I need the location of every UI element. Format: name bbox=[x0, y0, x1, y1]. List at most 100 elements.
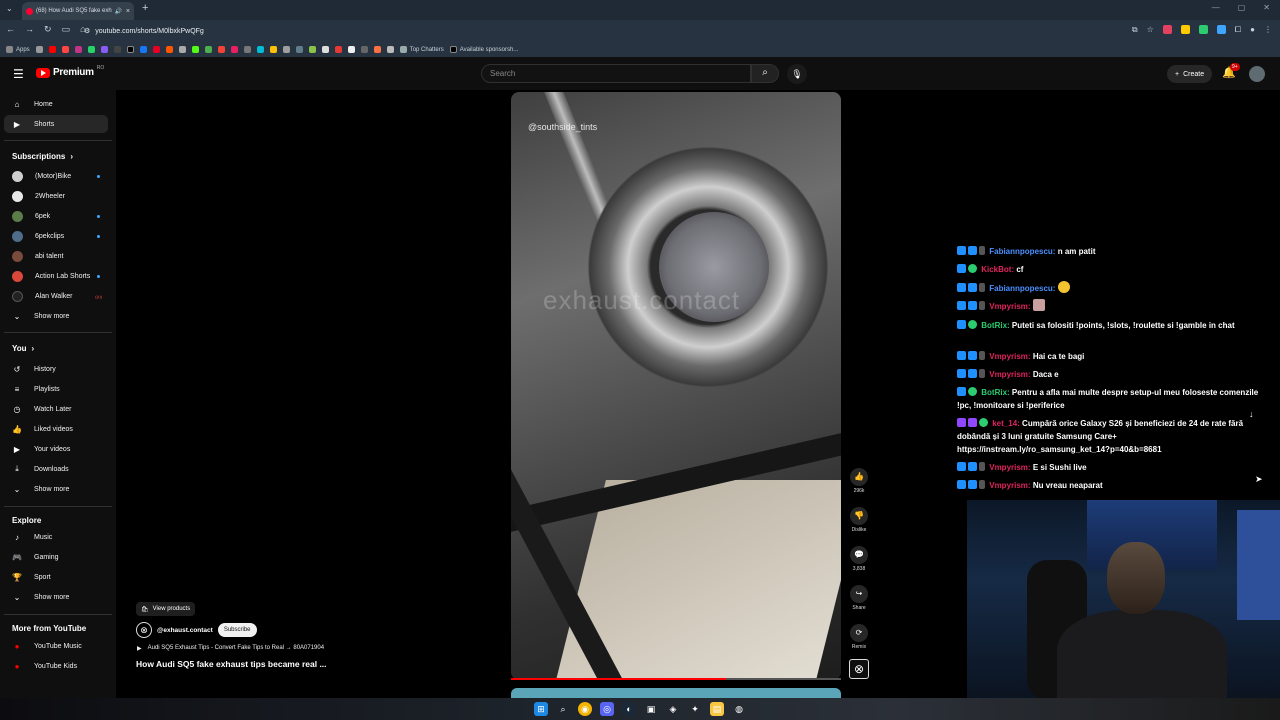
video-progress-bar[interactable] bbox=[511, 678, 841, 680]
sidebar-item-subscription[interactable]: Alan Walker ((•)) bbox=[4, 287, 108, 305]
sound-row[interactable]: ▶ Audi SQ5 Exhaust Tips - Convert Fake T… bbox=[137, 645, 324, 652]
app-icon[interactable]: ◈ bbox=[666, 702, 680, 716]
bookmark-icon[interactable] bbox=[295, 46, 303, 53]
bookmark-icon[interactable] bbox=[386, 46, 394, 53]
bookmark-icon[interactable] bbox=[256, 46, 264, 53]
bookmark-icon[interactable] bbox=[61, 46, 69, 53]
bookmark-icon[interactable] bbox=[178, 46, 186, 53]
sidebar-item-youtube-kids[interactable]: ● YouTube Kids bbox=[4, 657, 108, 675]
bookmark-apps[interactable]: Apps bbox=[6, 46, 30, 53]
sidebar-item-subscription[interactable]: 2Wheeler bbox=[4, 187, 108, 205]
bookmark-icon[interactable] bbox=[165, 46, 173, 53]
bookmark-icon[interactable] bbox=[87, 46, 95, 53]
split-view-icon[interactable]: ▭ bbox=[62, 24, 71, 35]
video-title[interactable]: How Audi SQ5 fake exhaust tips became re… bbox=[136, 659, 327, 669]
search-input[interactable]: Search bbox=[481, 64, 751, 83]
extensions-puzzle-icon[interactable]: ⧠ bbox=[1235, 25, 1241, 35]
sidebar-item-downloads[interactable]: ⤓ Downloads bbox=[4, 460, 108, 478]
bookmark-icon[interactable] bbox=[191, 46, 199, 53]
file-explorer-icon[interactable]: ▤ bbox=[710, 702, 724, 716]
chrome-icon[interactable]: ◉ bbox=[578, 702, 592, 716]
extension-icon[interactable] bbox=[1198, 25, 1208, 34]
bookmark-icon[interactable] bbox=[113, 46, 121, 53]
bookmark-icon[interactable] bbox=[152, 46, 160, 53]
bookmark-icon[interactable] bbox=[74, 46, 82, 53]
bookmark-icon[interactable] bbox=[243, 46, 251, 53]
sidebar-item-gaming[interactable]: 🎮 Gaming bbox=[4, 548, 108, 566]
bookmark-icon[interactable] bbox=[126, 46, 134, 53]
show-more-you[interactable]: ⌄ Show more bbox=[4, 480, 108, 498]
profile-icon[interactable]: ● bbox=[1250, 25, 1255, 35]
discord-icon[interactable]: ◎ bbox=[600, 702, 614, 716]
app-icon[interactable]: ✦ bbox=[688, 702, 702, 716]
browser-tab-active[interactable]: (68) How Audi SQ5 fake exh 🔊 × bbox=[22, 2, 134, 20]
audio-source-thumbnail[interactable]: ⊗ bbox=[849, 659, 869, 679]
minimize-icon[interactable]: — bbox=[1212, 3, 1220, 12]
back-icon[interactable]: ← bbox=[6, 24, 15, 35]
comments-button[interactable]: 💬 3,838 bbox=[846, 546, 872, 572]
scroll-down-arrow-icon[interactable]: ↓ bbox=[1249, 409, 1254, 419]
install-app-icon[interactable]: ⧉ bbox=[1132, 25, 1138, 35]
search-button[interactable]: ⌕ bbox=[751, 64, 779, 83]
sidebar-item-home[interactable]: ⌂ Home bbox=[4, 95, 108, 113]
maximize-icon[interactable]: ▢ bbox=[1238, 3, 1246, 12]
bookmark-icon[interactable] bbox=[347, 46, 355, 53]
you-heading[interactable]: You › bbox=[12, 344, 34, 353]
bookmark-icon[interactable] bbox=[308, 46, 316, 53]
subscriptions-heading[interactable]: Subscriptions › bbox=[12, 152, 73, 161]
sidebar-item-subscription[interactable]: 6pek bbox=[4, 207, 108, 225]
bookmark-icon[interactable] bbox=[269, 46, 277, 53]
forward-icon[interactable]: → bbox=[25, 24, 34, 35]
sidebar-item-sport[interactable]: 🏆 Sport bbox=[4, 568, 108, 586]
bookmark-icon[interactable] bbox=[139, 46, 147, 53]
view-products-button[interactable]: 🛍 View products bbox=[136, 602, 196, 616]
account-avatar[interactable] bbox=[1249, 66, 1265, 82]
bookmark-icon[interactable] bbox=[334, 46, 342, 53]
site-info-icon[interactable]: ⚙ bbox=[84, 27, 90, 35]
bookmark-star-icon[interactable]: ☆ bbox=[1147, 25, 1154, 35]
bookmark-icon[interactable] bbox=[360, 46, 368, 53]
like-button[interactable]: 👍 296k bbox=[846, 468, 872, 494]
app-icon[interactable]: ◍ bbox=[732, 702, 746, 716]
bookmark-top-chatters[interactable]: Top Chatters bbox=[399, 46, 444, 53]
app-icon[interactable]: ▣ bbox=[644, 702, 658, 716]
reload-icon[interactable]: ↻ bbox=[44, 24, 52, 35]
steam-icon[interactable]: ◐ bbox=[622, 702, 636, 716]
browser-menu-icon[interactable]: ⋮ bbox=[1264, 25, 1272, 35]
tab-search-icon[interactable]: ⌄ bbox=[6, 4, 13, 13]
bookmark-sponsorships[interactable]: Available sponsorsh... bbox=[449, 46, 518, 53]
close-window-icon[interactable]: ✕ bbox=[1263, 3, 1270, 12]
show-more-explore[interactable]: ⌄ Show more bbox=[4, 588, 108, 606]
channel-name[interactable]: @exhaust.contact bbox=[157, 627, 213, 634]
bookmark-icon[interactable] bbox=[35, 46, 43, 53]
bookmark-icon[interactable] bbox=[217, 46, 225, 53]
sidebar-item-liked-videos[interactable]: 👍 Liked videos bbox=[4, 420, 108, 438]
search-taskbar-icon[interactable]: ⌕ bbox=[556, 702, 570, 716]
channel-avatar[interactable]: ⊗ bbox=[136, 622, 152, 638]
remix-button[interactable]: ⟳ Remix bbox=[846, 624, 872, 650]
dislike-button[interactable]: 👎 Dislike bbox=[846, 507, 872, 533]
bookmark-icon[interactable] bbox=[282, 46, 290, 53]
sidebar-item-subscription[interactable]: 6pekclips bbox=[4, 227, 108, 245]
tab-audio-icon[interactable]: 🔊 bbox=[115, 8, 122, 15]
extension-icon[interactable] bbox=[1162, 25, 1172, 34]
sidebar-item-subscription[interactable]: abi talent bbox=[4, 247, 108, 265]
voice-search-button[interactable]: 🎙 bbox=[787, 64, 807, 84]
show-more-subscriptions[interactable]: ⌄ Show more bbox=[4, 307, 108, 325]
new-tab-button[interactable]: + bbox=[142, 2, 148, 14]
windows-start-icon[interactable]: ⊞ bbox=[534, 702, 548, 716]
youtube-premium-logo[interactable]: Premium RO bbox=[36, 65, 104, 78]
bookmark-icon[interactable] bbox=[48, 46, 56, 53]
share-button[interactable]: ↪ Share bbox=[846, 585, 872, 611]
bookmark-icon[interactable] bbox=[373, 46, 381, 53]
sidebar-item-watch-later[interactable]: ◷ Watch Later bbox=[4, 400, 108, 418]
bookmark-icon[interactable] bbox=[230, 46, 238, 53]
extension-icon[interactable] bbox=[1180, 25, 1190, 34]
menu-hamburger-icon[interactable]: ☰ bbox=[13, 67, 24, 81]
tab-close-icon[interactable]: × bbox=[126, 8, 130, 15]
sidebar-item-your-videos[interactable]: ▶ Your videos bbox=[4, 440, 108, 458]
url-field[interactable]: ⚙ youtube.com/shorts/M0lbxkPwQFg bbox=[78, 23, 1108, 39]
bookmark-icon[interactable] bbox=[100, 46, 108, 53]
subscribe-button[interactable]: Subscribe bbox=[217, 623, 257, 637]
sidebar-item-playlists[interactable]: ≡ Playlists bbox=[4, 380, 108, 398]
